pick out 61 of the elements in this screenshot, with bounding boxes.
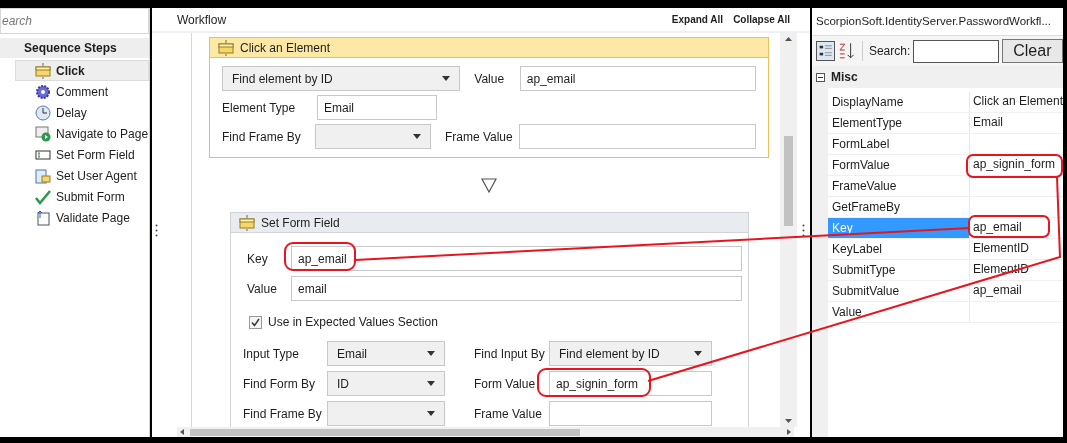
card-title: Click an Element	[240, 39, 331, 57]
property-value[interactable]: Click an Element	[969, 92, 1063, 112]
panel-title: Workflow	[177, 11, 227, 29]
field-label: Find Frame By	[243, 405, 323, 423]
field-label: Form Value	[474, 375, 537, 393]
input-field[interactable]: ap_email	[519, 66, 756, 91]
search-field[interactable]: earch	[0, 8, 149, 34]
field-label: Value	[246, 280, 278, 298]
input-field[interactable]: Email	[317, 95, 437, 120]
panel-title: ScorpionSoft.IdentityServer.PasswordWorkfl...	[816, 13, 1051, 29]
property-name[interactable]: FormLabel	[827, 134, 970, 154]
category-label: Misc	[831, 69, 858, 86]
input-field[interactable]: ap_email	[291, 246, 742, 271]
toolbar-link[interactable]: Expand All	[671, 12, 724, 27]
input-field[interactable]: ap_signin_form	[549, 371, 712, 396]
field-label: Find Frame By	[222, 128, 302, 146]
card-title: Set Form Field	[261, 214, 340, 232]
property-name[interactable]: KeyLabel	[827, 239, 970, 259]
property-name[interactable]: SubmitType	[827, 260, 970, 280]
property-name[interactable]: GetFrameBy	[827, 197, 970, 217]
search-label: Search:	[868, 43, 911, 60]
toolbox-item[interactable]: Validate Page	[15, 207, 149, 228]
property-name[interactable]: Value	[827, 302, 970, 322]
field-label: Frame Value	[474, 405, 543, 423]
property-name[interactable]: FormValue	[827, 155, 970, 175]
dropdown[interactable]: Email	[327, 341, 445, 366]
toolbox-item[interactable]: Submit Form	[15, 186, 149, 207]
toolbox-item[interactable]: Delay	[15, 102, 149, 123]
property-name[interactable]: DisplayName	[827, 92, 970, 112]
property-value[interactable]: Email	[969, 113, 1063, 133]
checkbox-label: Use in Expected Values Section	[268, 314, 438, 331]
clear-button[interactable]: Clear	[1001, 39, 1063, 63]
property-value[interactable]: ElementID	[969, 239, 1063, 259]
property-name[interactable]: FrameValue	[827, 176, 970, 196]
field-label: Find Form By	[243, 375, 316, 393]
card-header[interactable]: Set Form Field	[231, 213, 748, 233]
action-card[interactable]: Set Form Field Key ap_email Value email Use in Expected Values Section Input Type Email Find Input By Find element by ID Find Form By ID Form Value ap_signin_form Find Frame By Frame Value	[230, 212, 749, 427]
toolbar-link[interactable]: Collapse All	[733, 12, 790, 27]
property-name[interactable]: ElementType	[827, 113, 970, 133]
property-value[interactable]: ap_signin_form	[969, 155, 1063, 175]
dropdown[interactable]: Find element by ID	[222, 66, 461, 91]
dropdown[interactable]: Find element by ID	[549, 341, 712, 366]
field-label: Find Input By	[474, 345, 546, 363]
dropdown[interactable]: ID	[327, 371, 445, 396]
toolbox-item[interactable]: Comment	[15, 81, 149, 102]
toolbox-item[interactable]: Navigate to Page	[15, 123, 149, 144]
category-header[interactable]: Sequence Steps	[0, 38, 149, 58]
input-field[interactable]: email	[291, 276, 742, 301]
field-label: Value	[474, 70, 506, 88]
property-value[interactable]: ap_email	[969, 218, 1063, 238]
property-name[interactable]: SubmitValue	[827, 281, 970, 301]
toolbox-item[interactable]: Set Form Field	[15, 144, 149, 165]
toolbox-item[interactable]: Click	[15, 60, 149, 81]
action-card[interactable]: Click an Element Find element by ID Value ap_email Element Type Email Find Frame By Frame Value	[209, 37, 769, 158]
property-value[interactable]: ap_email	[969, 281, 1063, 301]
field-label: Input Type	[243, 345, 300, 363]
field-label: Element Type	[222, 99, 297, 117]
field-label: Frame Value	[444, 128, 514, 146]
field-label: Key	[246, 250, 269, 268]
toolbox-item[interactable]: Set User Agent	[15, 165, 149, 186]
card-header[interactable]: Click an Element	[210, 38, 768, 58]
